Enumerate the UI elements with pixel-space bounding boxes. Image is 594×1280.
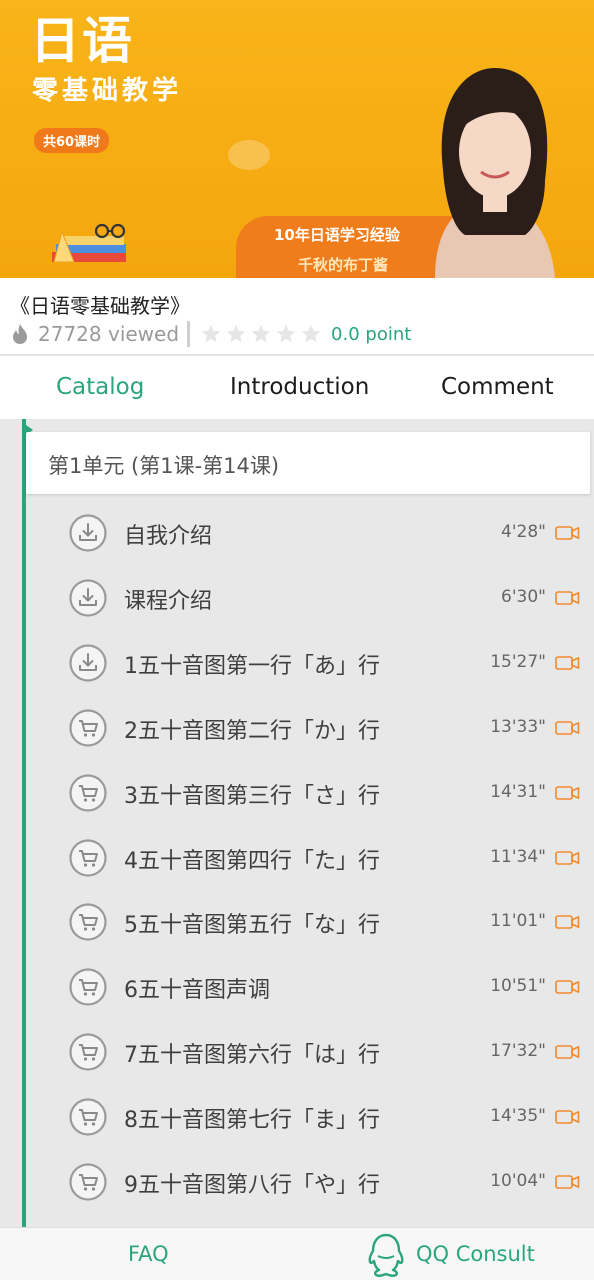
lesson-duration: 17'32" (490, 1041, 546, 1062)
lesson-duration: 15'27" (490, 651, 546, 672)
lesson-title: 1五十音图第一行「あ」行 (124, 653, 380, 679)
lesson-row[interactable]: 8五十音图第七行「ま」行 14'35" (0, 1085, 594, 1150)
video-icon (555, 591, 580, 605)
bottom-bar: FAQ QQ Consult (0, 1227, 594, 1280)
video-icon (555, 785, 580, 800)
video-icon (555, 655, 580, 670)
lesson-row[interactable]: 3五十音图第三行「さ」行 14'31" (0, 761, 594, 826)
books-with-glasses-icon (52, 223, 126, 263)
unit-title: 第1单元 (第1课-第14课) (48, 454, 280, 478)
video-icon (555, 1110, 580, 1124)
tab-comment[interactable]: Comment (441, 374, 554, 400)
download-icon[interactable] (68, 643, 108, 683)
teacher-portrait (435, 68, 555, 278)
stats-divider (187, 321, 191, 347)
lesson-title: 6五十音图声调 (124, 978, 270, 1004)
cart-icon[interactable] (68, 902, 108, 942)
teacher-name-tag: 千秋的布丁酱 (298, 256, 389, 274)
cart-icon[interactable] (68, 773, 108, 813)
star-icon[interactable] (275, 323, 297, 345)
star-icon[interactable] (250, 323, 272, 345)
lesson-duration: 4'28" (501, 522, 546, 542)
lesson-row[interactable]: 2五十音图第二行「か」行 13'33" (0, 696, 594, 761)
lesson-row[interactable]: 课程介绍 6'30" (0, 566, 594, 631)
tab-catalog[interactable]: Catalog (56, 374, 144, 400)
course-stats: 27728 viewed 0.0 point (10, 320, 411, 348)
cart-icon[interactable] (68, 967, 108, 1007)
lesson-duration: 10'04" (490, 1171, 546, 1191)
lesson-row[interactable]: 5五十音图第五行「な」行 11'01" (0, 890, 594, 955)
lesson-duration: 14'35" (490, 1106, 546, 1127)
banner-title: 日语 (30, 12, 134, 70)
video-icon (555, 980, 580, 995)
video-icon (555, 915, 580, 930)
lesson-row[interactable]: 4五十音图第四行「た」行 11'34" (0, 826, 594, 891)
lesson-row[interactable]: 9五十音图第八行「や」行 10'04" (0, 1150, 594, 1215)
course-banner[interactable]: 日语 零基础教学 共60课时 10年日语学习经验 千秋的布丁酱 (0, 0, 594, 278)
rating-stars (200, 323, 325, 345)
flame-icon (13, 324, 27, 344)
lesson-title: 4五十音图第四行「た」行 (124, 848, 380, 874)
video-icon (555, 850, 580, 865)
lesson-title: 9五十音图第八行「や」行 (124, 1173, 380, 1198)
lesson-duration: 14'31" (490, 781, 546, 802)
lesson-duration: 6'30" (501, 586, 546, 607)
qq-penguin-icon[interactable] (365, 1232, 407, 1278)
lesson-duration: 11'34" (490, 846, 546, 867)
content-tabs: Catalog Introduction Comment (0, 356, 594, 419)
lesson-title: 2五十音图第二行「か」行 (124, 718, 380, 744)
lesson-duration: 11'01" (490, 911, 546, 932)
lesson-row[interactable]: 6五十音图声调 10'51" (0, 955, 594, 1020)
lesson-row[interactable]: 7五十音图第六行「は」行 17'32" (0, 1020, 594, 1085)
lesson-duration: 13'33" (490, 716, 546, 737)
lesson-count-badge: 共60课时 (34, 128, 110, 153)
course-info: 《日语零基础教学》 27728 viewed 0.0 point (0, 278, 594, 356)
lesson-title: 8五十音图第七行「ま」行 (124, 1108, 380, 1134)
star-icon[interactable] (300, 323, 322, 345)
course-title: 《日语零基础教学》 (10, 294, 190, 318)
video-icon (555, 526, 580, 540)
cart-icon[interactable] (68, 1097, 108, 1137)
banner-subtitle: 零基础教学 (32, 76, 183, 106)
video-icon (555, 1175, 580, 1189)
lesson-duration: 10'51" (490, 976, 546, 997)
banner-decoration (228, 140, 270, 170)
lesson-title: 自我介绍 (124, 524, 213, 549)
lesson-title: 课程介绍 (124, 588, 213, 614)
course-detail-screen: 日语 零基础教学 共60课时 10年日语学习经验 千秋的布丁酱 《日语零基础教学… (0, 0, 594, 1280)
star-icon[interactable] (200, 323, 222, 345)
experience-tag: 10年日语学习经验 (274, 226, 400, 244)
qq-consult-button[interactable]: QQ Consult (416, 1242, 535, 1266)
video-icon (555, 720, 580, 735)
lesson-row[interactable]: 1五十音图第一行「あ」行 15'27" (0, 631, 594, 696)
faq-button[interactable]: FAQ (128, 1242, 169, 1266)
cart-icon[interactable] (68, 1032, 108, 1072)
lesson-title: 5五十音图第五行「な」行 (124, 913, 380, 939)
unit-header[interactable]: 第1单元 (第1课-第14课) (26, 432, 590, 494)
cart-icon[interactable] (68, 1162, 108, 1202)
cart-icon[interactable] (68, 708, 108, 748)
view-count: 27728 viewed (38, 322, 180, 346)
video-icon (555, 1045, 580, 1059)
download-icon[interactable] (68, 578, 108, 618)
lesson-row[interactable]: 自我介绍 4'28" (0, 501, 594, 566)
lesson-title: 3五十音图第三行「さ」行 (124, 783, 380, 809)
lesson-title: 7五十音图第六行「は」行 (124, 1043, 380, 1069)
lesson-catalog[interactable]: 第1单元 (第1课-第14课) 自我介绍 4'28" 课程介绍 6'30" 1五十音图第… (0, 419, 594, 1227)
star-icon[interactable] (225, 323, 247, 345)
rating-score: 0.0 point (331, 323, 412, 345)
cart-icon[interactable] (68, 838, 108, 878)
download-icon[interactable] (68, 513, 108, 553)
tab-introduction[interactable]: Introduction (230, 374, 369, 400)
